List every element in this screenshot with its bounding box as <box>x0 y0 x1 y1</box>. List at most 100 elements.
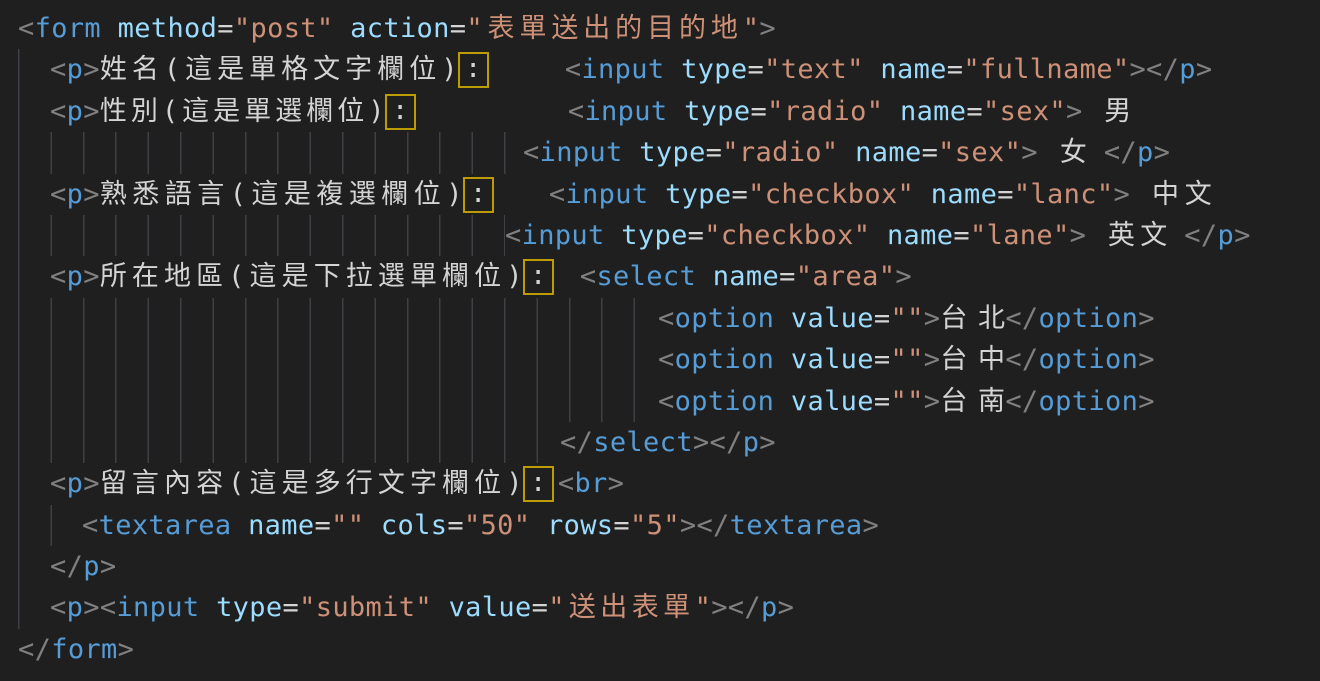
token-equals: = <box>922 137 939 168</box>
code-line[interactable]: <p>熟悉語言(這是複選欄位):<input type="checkbox" n… <box>18 174 1320 215</box>
code-line[interactable]: <option value="">台中</option> <box>18 339 1320 380</box>
token-text: 台南 <box>940 381 1005 422</box>
token-string: "" <box>891 344 924 375</box>
token-punctuation: > <box>759 13 776 44</box>
token-punctuation: < <box>50 54 67 85</box>
token-equals: = <box>688 220 705 251</box>
token-equals: = <box>966 96 983 127</box>
unicode-highlight-box: : <box>523 259 554 295</box>
token-tag: p <box>67 592 84 623</box>
token-attribute: name <box>900 96 966 127</box>
indent-guides <box>18 381 658 422</box>
token-punctuation: > <box>100 551 117 582</box>
token-text <box>667 96 684 127</box>
token-tag: input <box>540 137 623 168</box>
token-punctuation: > <box>608 468 625 499</box>
token-punctuation: </ <box>1184 220 1217 251</box>
token-string: "sex" <box>983 96 1066 127</box>
token-punctuation: </ <box>1005 303 1038 334</box>
token-string: "radio" <box>767 96 883 127</box>
token-punctuation: < <box>50 592 67 623</box>
token-text <box>199 592 216 623</box>
indent-guides <box>18 339 658 380</box>
token-punctuation: < <box>580 261 597 292</box>
token-tag: p <box>761 592 778 623</box>
gap <box>489 49 565 90</box>
token-attribute: type <box>684 96 750 127</box>
code-line[interactable]: <option value="">台北</option> <box>18 298 1320 339</box>
code-line[interactable]: <p>姓名(這是單格文字欄位):<input type="text" name=… <box>18 49 1320 90</box>
code-editor[interactable]: <form method="post" action="表單送出的目的地"><p… <box>0 0 1320 681</box>
code-line[interactable]: <p>所在地區(這是下拉選單欄位):<select name="area"> <box>18 256 1320 297</box>
code-line[interactable]: </p> <box>18 546 1320 587</box>
token-punctuation: < <box>565 54 582 85</box>
token-tag: p <box>67 179 84 210</box>
token-tag: input <box>522 220 605 251</box>
indent-guides <box>18 215 505 256</box>
token-punctuation: >< <box>83 592 116 623</box>
token-punctuation: > <box>83 96 100 127</box>
token-tag: option <box>1039 386 1139 417</box>
token-punctuation: < <box>50 261 67 292</box>
code-line[interactable]: <p>留言內容(這是多行文字欄位):<br> <box>18 463 1320 504</box>
token-string: "text" <box>764 54 864 85</box>
token-equals: = <box>947 54 964 85</box>
token-string: "submit" <box>299 592 432 623</box>
token-string: "" <box>891 386 924 417</box>
token-text <box>101 13 118 44</box>
token-text <box>432 592 449 623</box>
token-string: "50" <box>464 510 530 541</box>
token-tag: p <box>1179 54 1196 85</box>
token-attribute: value <box>791 386 874 417</box>
token-text <box>648 179 665 210</box>
token-attribute: name <box>248 510 314 541</box>
token-tag: p <box>67 468 84 499</box>
token-text <box>883 96 900 127</box>
token-tag: p <box>67 54 84 85</box>
code-line[interactable]: </form> <box>18 629 1320 670</box>
indent-guides <box>18 174 50 215</box>
token-text <box>623 137 640 168</box>
code-line[interactable]: <p>性別(這是單選欄位):<input type="radio" name="… <box>18 91 1320 132</box>
code-line[interactable]: <input type="checkbox" name="lane"> 英文 <… <box>18 215 1320 256</box>
token-tag: option <box>675 344 775 375</box>
token-string: "sex" <box>938 137 1021 168</box>
token-equals: = <box>283 592 300 623</box>
token-punctuation: < <box>568 96 585 127</box>
token-punctuation: > <box>1138 303 1155 334</box>
token-tag: p <box>83 551 100 582</box>
token-punctuation: </ <box>1005 344 1038 375</box>
unicode-highlight-box: : <box>458 52 489 88</box>
token-attribute: type <box>665 179 731 210</box>
token-string: "" <box>891 303 924 334</box>
code-line[interactable]: <p><input type="submit" value="送出表單"></p… <box>18 587 1320 628</box>
token-equals: = <box>314 510 331 541</box>
code-line[interactable]: <textarea name="" cols="50" rows="5"></t… <box>18 505 1320 546</box>
token-punctuation: > <box>1070 220 1087 251</box>
token-punctuation: </ <box>560 427 593 458</box>
unicode-highlight-box: : <box>523 466 554 502</box>
indent-guides <box>18 587 50 628</box>
token-equals: = <box>874 344 891 375</box>
token-tag: p <box>67 261 84 292</box>
token-text <box>231 510 248 541</box>
code-line[interactable]: <form method="post" action="表單送出的目的地"> <box>18 8 1320 49</box>
token-punctuation: < <box>82 510 99 541</box>
token-punctuation: ></ <box>711 592 761 623</box>
token-punctuation: < <box>50 179 67 210</box>
token-string: "" <box>331 510 364 541</box>
code-line[interactable]: <input type="radio" name="sex"> 女 </p> <box>18 132 1320 173</box>
token-text: 男 <box>1083 91 1132 132</box>
token-attribute: action <box>350 13 450 44</box>
token-string: "radio" <box>722 137 838 168</box>
indent-guides <box>18 298 658 339</box>
token-punctuation: < <box>50 468 67 499</box>
token-text: 留言內容(這是多行文字欄位) <box>100 463 523 504</box>
indent-guides <box>18 422 560 463</box>
indent-guides <box>18 256 50 297</box>
token-equals: = <box>997 179 1014 210</box>
token-string: "fullname" <box>963 54 1129 85</box>
code-line[interactable]: <option value="">台南</option> <box>18 381 1320 422</box>
token-tag: p <box>67 96 84 127</box>
code-line[interactable]: </select></p> <box>18 422 1320 463</box>
